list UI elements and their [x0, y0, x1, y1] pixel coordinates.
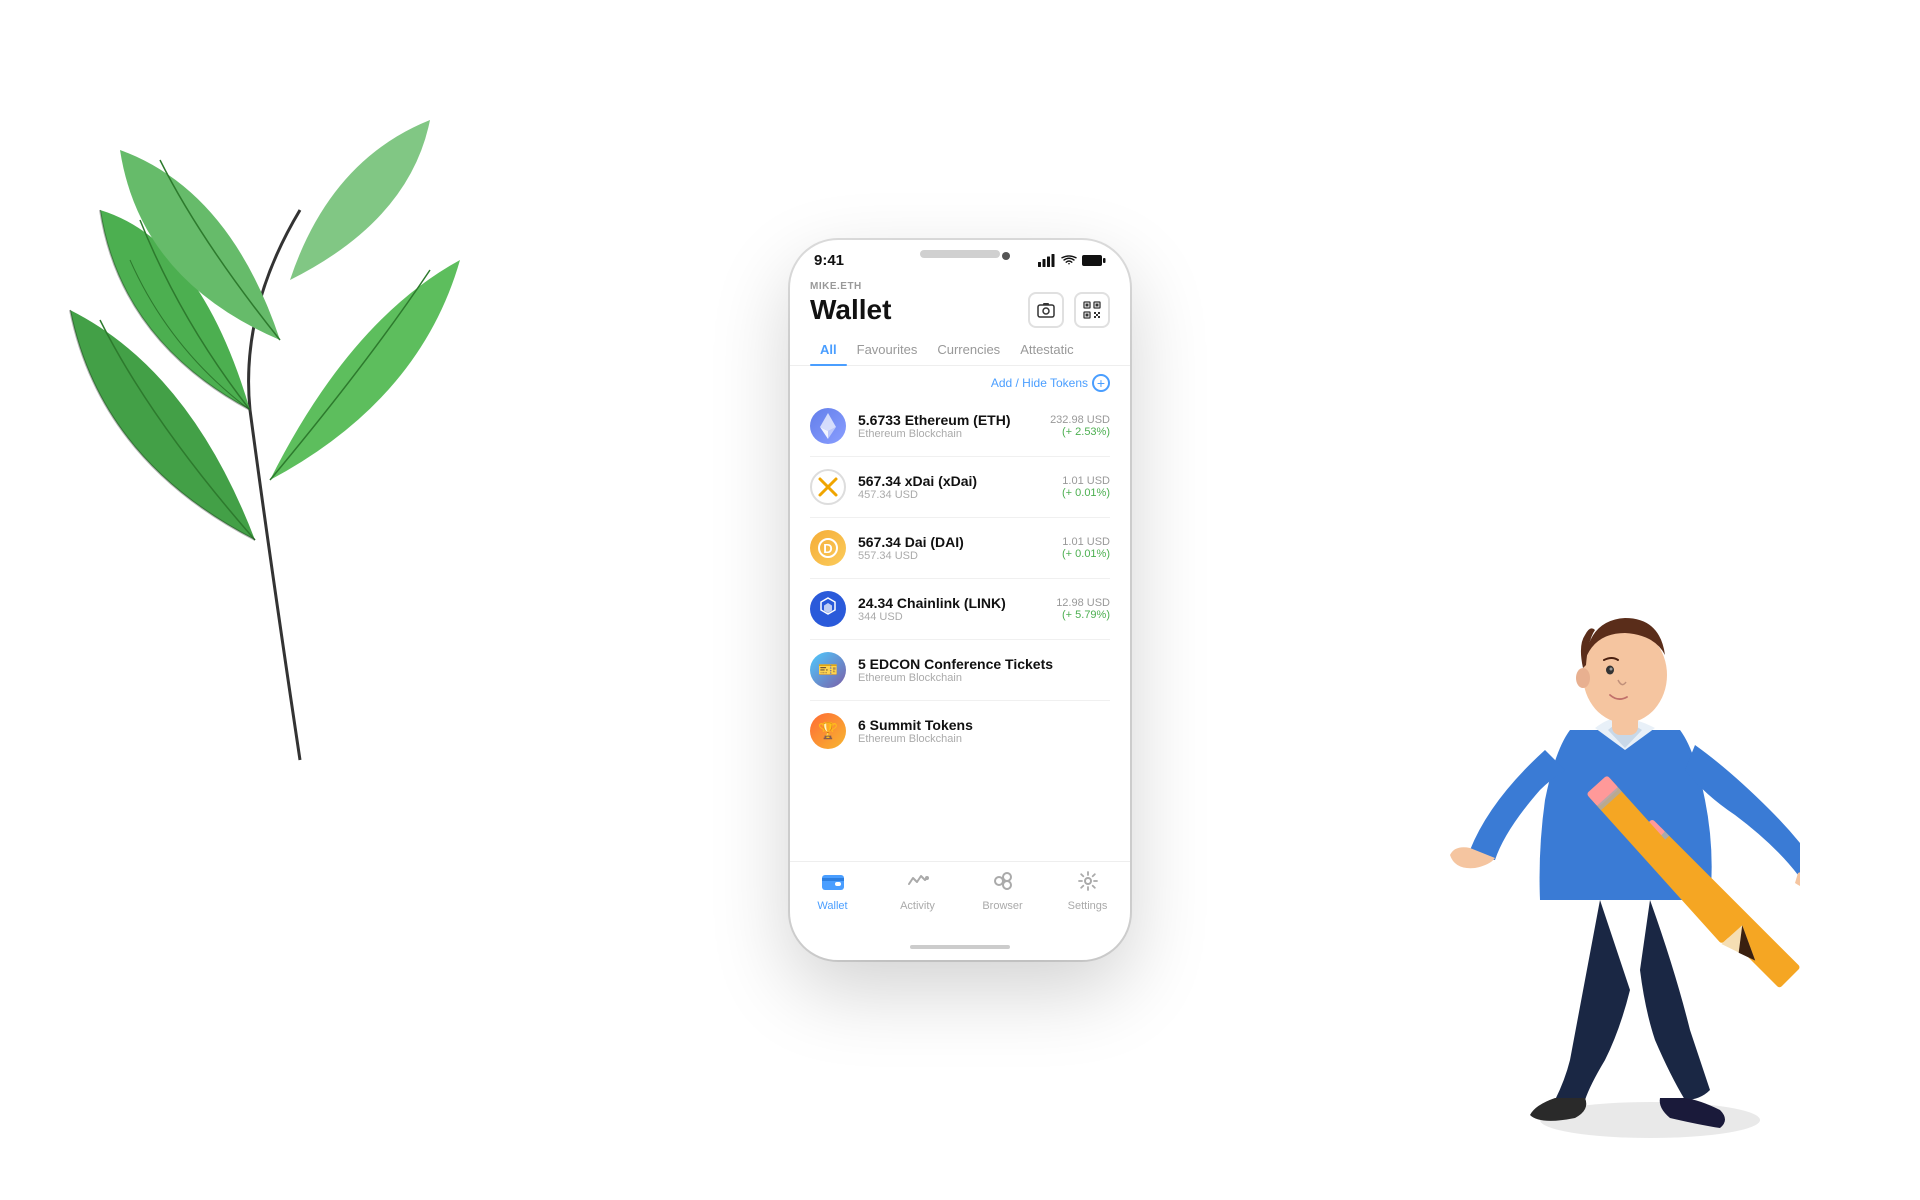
tab-favourites[interactable]: Favourites	[847, 334, 928, 365]
camera-icon	[1037, 302, 1055, 318]
activity-icon	[907, 870, 929, 892]
link-logo	[810, 591, 846, 627]
scan-button[interactable]	[1028, 292, 1064, 328]
eth-icon	[818, 411, 838, 441]
tab-currencies[interactable]: Currencies	[927, 334, 1010, 365]
token-list: 5.6733 Ethereum (ETH) Ethereum Blockchai…	[790, 396, 1130, 861]
token-item-summit[interactable]: 🏆 6 Summit Tokens Ethereum Blockchain	[810, 701, 1110, 761]
summit-logo: 🏆	[810, 713, 846, 749]
token-item-edcon[interactable]: 🎫 5 EDCON Conference Tickets Ethereum Bl…	[810, 640, 1110, 701]
home-indicator	[790, 932, 1130, 960]
tabs-bar: All Favourites Currencies Attestatic	[790, 334, 1130, 366]
qr-button[interactable]	[1074, 292, 1110, 328]
phone-mockup: 9:41	[790, 240, 1130, 960]
home-bar	[910, 945, 1010, 949]
token-item-eth[interactable]: 5.6733 Ethereum (ETH) Ethereum Blockchai…	[810, 396, 1110, 457]
status-icons	[1038, 254, 1106, 267]
bottom-nav: Wallet Activity	[790, 861, 1130, 932]
wallet-icon	[821, 870, 845, 892]
nav-wallet[interactable]: Wallet	[790, 870, 875, 912]
xdai-name: 567.34 xDai (xDai)	[858, 473, 1050, 489]
eth-name: 5.6733 Ethereum (ETH)	[858, 412, 1038, 428]
eth-change: (+ 2.53%)	[1050, 426, 1110, 438]
qr-icon	[1083, 301, 1101, 319]
camera-dot	[1002, 252, 1010, 260]
xdai-logo	[810, 469, 846, 505]
token-item-xdai[interactable]: 567.34 xDai (xDai) 457.34 USD 1.01 USD (…	[810, 457, 1110, 518]
nav-activity[interactable]: Activity	[875, 870, 960, 912]
edcon-sub: Ethereum Blockchain	[858, 672, 1110, 684]
nav-settings[interactable]: Settings	[1045, 870, 1130, 912]
settings-nav-icon	[1077, 870, 1099, 898]
dai-info: 567.34 Dai (DAI) 557.34 USD	[858, 534, 1050, 562]
add-tokens-button[interactable]: Add / Hide Tokens +	[991, 374, 1110, 392]
dai-change: (+ 0.01%)	[1062, 548, 1110, 560]
xdai-value: 1.01 USD (+ 0.01%)	[1062, 475, 1110, 499]
wallet-title: Wallet	[810, 294, 891, 326]
tab-all[interactable]: All	[810, 334, 847, 365]
dai-icon: D	[817, 537, 839, 559]
signal-icon	[1038, 254, 1056, 267]
add-tokens-row: Add / Hide Tokens +	[790, 366, 1130, 396]
settings-icon	[1077, 870, 1099, 892]
link-value: 12.98 USD (+ 5.79%)	[1056, 597, 1110, 621]
decorative-leaves	[40, 60, 560, 840]
activity-nav-icon	[907, 870, 929, 898]
add-plus-icon: +	[1092, 374, 1110, 392]
tab-attestatic[interactable]: Attestatic	[1010, 334, 1083, 365]
browser-nav-icon	[992, 870, 1014, 898]
dai-usd: 1.01 USD	[1062, 536, 1110, 548]
link-change: (+ 5.79%)	[1056, 609, 1110, 621]
link-info: 24.34 Chainlink (LINK) 344 USD	[858, 595, 1044, 623]
eth-value: 232.98 USD (+ 2.53%)	[1050, 414, 1110, 438]
activity-nav-label: Activity	[900, 900, 935, 912]
xdai-icon	[817, 476, 839, 498]
token-item-link[interactable]: 24.34 Chainlink (LINK) 344 USD 12.98 USD…	[810, 579, 1110, 640]
nav-browser[interactable]: Browser	[960, 870, 1045, 912]
xdai-sub: 457.34 USD	[858, 489, 1050, 501]
dai-logo: D	[810, 530, 846, 566]
wallet-nav-label: Wallet	[817, 900, 847, 912]
edcon-info: 5 EDCON Conference Tickets Ethereum Bloc…	[858, 656, 1110, 684]
xdai-usd: 1.01 USD	[1062, 475, 1110, 487]
xdai-info: 567.34 xDai (xDai) 457.34 USD	[858, 473, 1050, 501]
browser-nav-label: Browser	[982, 900, 1022, 912]
summit-info: 6 Summit Tokens Ethereum Blockchain	[858, 717, 1110, 745]
dai-sub: 557.34 USD	[858, 550, 1050, 562]
wallet-nav-icon	[821, 870, 845, 898]
eth-logo	[810, 408, 846, 444]
notch-pill	[920, 250, 1000, 258]
wifi-icon	[1061, 255, 1077, 267]
svg-text:D: D	[823, 541, 832, 556]
summit-name: 6 Summit Tokens	[858, 717, 1110, 733]
dai-value: 1.01 USD (+ 0.01%)	[1062, 536, 1110, 560]
eth-usd: 232.98 USD	[1050, 414, 1110, 426]
dai-name: 567.34 Dai (DAI)	[858, 534, 1050, 550]
link-name: 24.34 Chainlink (LINK)	[858, 595, 1044, 611]
browser-icon	[992, 870, 1014, 892]
eth-sub: Ethereum Blockchain	[858, 428, 1038, 440]
eth-info: 5.6733 Ethereum (ETH) Ethereum Blockchai…	[858, 412, 1038, 440]
wallet-header: MIKE.ETH Wallet	[790, 273, 1130, 334]
edcon-name: 5 EDCON Conference Tickets	[858, 656, 1110, 672]
battery-icon	[1082, 254, 1106, 267]
link-icon	[817, 597, 839, 621]
edcon-logo: 🎫	[810, 652, 846, 688]
add-tokens-label: Add / Hide Tokens	[991, 376, 1088, 390]
token-item-dai[interactable]: D 567.34 Dai (DAI) 557.34 USD 1.01 USD (…	[810, 518, 1110, 579]
status-time: 9:41	[814, 252, 844, 269]
xdai-change: (+ 0.01%)	[1062, 487, 1110, 499]
summit-sub: Ethereum Blockchain	[858, 733, 1110, 745]
person-illustration	[1380, 460, 1800, 1140]
settings-nav-label: Settings	[1068, 900, 1108, 912]
ens-label: MIKE.ETH	[810, 281, 1110, 292]
link-usd: 12.98 USD	[1056, 597, 1110, 609]
link-sub: 344 USD	[858, 611, 1044, 623]
